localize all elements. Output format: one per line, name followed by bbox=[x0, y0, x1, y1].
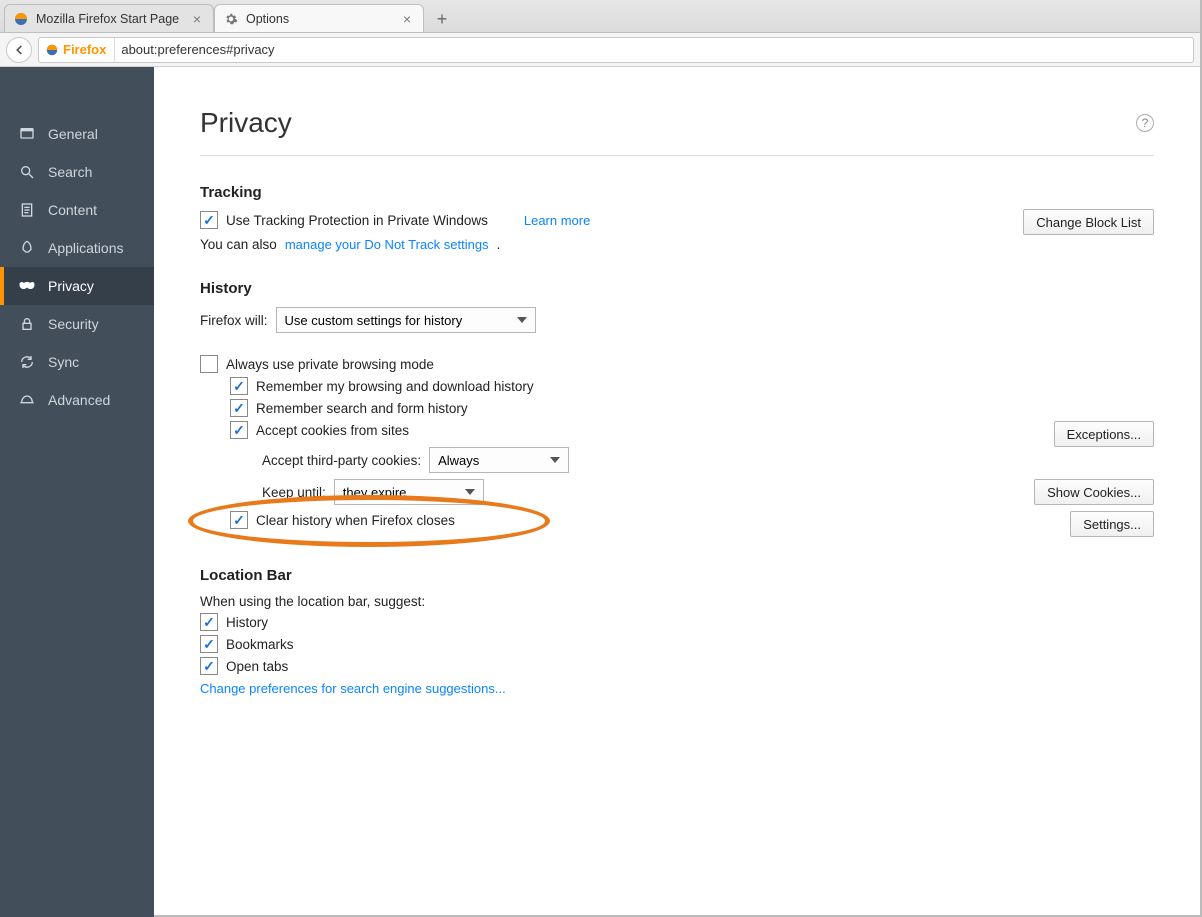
show-cookies-button[interactable]: Show Cookies... bbox=[1034, 479, 1154, 505]
dnt-link[interactable]: manage your Do Not Track settings bbox=[285, 237, 489, 252]
sidebar-item-general[interactable]: General bbox=[0, 115, 154, 153]
sidebar-item-label: General bbox=[48, 126, 98, 142]
sidebar-item-content[interactable]: Content bbox=[0, 191, 154, 229]
toolbar: Firefox about:preferences#privacy bbox=[0, 33, 1200, 67]
sidebar-item-search[interactable]: Search bbox=[0, 153, 154, 191]
history-will-label: Firefox will: bbox=[200, 313, 268, 328]
clear-on-close-label: Clear history when Firefox closes bbox=[256, 513, 455, 528]
sidebar-item-security[interactable]: Security bbox=[0, 305, 154, 343]
tab-start-page[interactable]: Mozilla Firefox Start Page × bbox=[4, 4, 214, 32]
remember-browsing-row: Remember my browsing and download histor… bbox=[230, 377, 1154, 395]
remember-search-checkbox[interactable] bbox=[230, 399, 248, 417]
search-prefs-link[interactable]: Change preferences for search engine sug… bbox=[200, 681, 506, 696]
dnt-prefix: You can also bbox=[200, 237, 277, 252]
suggest-bookmarks-label: Bookmarks bbox=[226, 637, 294, 652]
tab-label: Options bbox=[246, 12, 289, 26]
tracking-protection-label: Use Tracking Protection in Private Windo… bbox=[226, 213, 488, 228]
remember-search-row: Remember search and form history bbox=[230, 399, 1154, 417]
change-block-list-button[interactable]: Change Block List bbox=[1023, 209, 1154, 235]
keep-until-row: Keep until: they expire bbox=[262, 479, 1154, 505]
lock-icon bbox=[18, 315, 36, 333]
always-private-label: Always use private browsing mode bbox=[226, 357, 434, 372]
keep-until-label: Keep until: bbox=[262, 485, 326, 500]
accept-cookies-checkbox[interactable] bbox=[230, 421, 248, 439]
accept-cookies-label: Accept cookies from sites bbox=[256, 423, 409, 438]
sidebar-item-label: Sync bbox=[48, 354, 79, 370]
search-icon bbox=[18, 163, 36, 181]
tracking-protection-row: Use Tracking Protection in Private Windo… bbox=[200, 211, 1154, 229]
page-title: Privacy bbox=[200, 107, 292, 139]
sidebar-item-advanced[interactable]: Advanced bbox=[0, 381, 154, 419]
dnt-row: You can also manage your Do Not Track se… bbox=[200, 237, 1154, 252]
sidebar-item-label: Content bbox=[48, 202, 97, 218]
close-icon[interactable]: × bbox=[189, 11, 205, 27]
suggest-bookmarks-checkbox[interactable] bbox=[200, 635, 218, 653]
new-tab-button[interactable]: + bbox=[428, 6, 456, 32]
sidebar-item-label: Applications bbox=[48, 240, 124, 256]
firefox-icon bbox=[13, 11, 29, 27]
sync-icon bbox=[18, 353, 36, 371]
history-mode-select[interactable]: Use custom settings for history bbox=[276, 307, 536, 333]
tab-bar: Mozilla Firefox Start Page × Options × + bbox=[0, 0, 1200, 33]
suggest-open-tabs-checkbox[interactable] bbox=[200, 657, 218, 675]
sidebar-item-label: Security bbox=[48, 316, 99, 332]
mask-icon bbox=[18, 277, 36, 295]
sidebar-item-label: Advanced bbox=[48, 392, 110, 408]
location-bar-heading: Location Bar bbox=[200, 567, 1154, 584]
third-party-label: Accept third-party cookies: bbox=[262, 453, 421, 468]
help-icon[interactable]: ? bbox=[1136, 114, 1154, 132]
suggest-open-tabs-row: Open tabs bbox=[200, 657, 1154, 675]
close-icon[interactable]: × bbox=[399, 11, 415, 27]
identity-box[interactable]: Firefox bbox=[45, 38, 115, 62]
firefox-icon bbox=[45, 43, 59, 57]
suggest-history-row: History bbox=[200, 613, 1154, 631]
accept-cookies-row: Accept cookies from sites bbox=[230, 421, 1154, 439]
identity-label: Firefox bbox=[63, 42, 106, 57]
url-text: about:preferences#privacy bbox=[121, 42, 274, 57]
document-icon bbox=[18, 201, 36, 219]
suggest-history-label: History bbox=[226, 615, 268, 630]
url-bar[interactable]: Firefox about:preferences#privacy bbox=[38, 37, 1194, 63]
remember-browsing-label: Remember my browsing and download histor… bbox=[256, 379, 534, 394]
general-icon bbox=[18, 125, 36, 143]
sidebar-item-privacy[interactable]: Privacy bbox=[0, 267, 154, 305]
history-heading: History bbox=[200, 280, 1154, 297]
tab-options[interactable]: Options × bbox=[214, 4, 424, 32]
clear-on-close-row: Clear history when Firefox closes bbox=[230, 511, 1154, 529]
sidebar-item-sync[interactable]: Sync bbox=[0, 343, 154, 381]
third-party-row: Accept third-party cookies: Always bbox=[262, 447, 1154, 473]
always-private-checkbox[interactable] bbox=[200, 355, 218, 373]
suggest-history-checkbox[interactable] bbox=[200, 613, 218, 631]
search-prefs-row: Change preferences for search engine sug… bbox=[200, 681, 1154, 696]
clear-on-close-checkbox[interactable] bbox=[230, 511, 248, 529]
hat-icon bbox=[18, 391, 36, 409]
suggest-open-tabs-label: Open tabs bbox=[226, 659, 288, 674]
gear-icon bbox=[223, 11, 239, 27]
remember-search-label: Remember search and form history bbox=[256, 401, 468, 416]
page-title-row: Privacy ? bbox=[200, 107, 1154, 156]
suggest-label-row: When using the location bar, suggest: bbox=[200, 594, 1154, 609]
rocket-icon bbox=[18, 239, 36, 257]
tracking-protection-checkbox[interactable] bbox=[200, 211, 218, 229]
suggest-label: When using the location bar, suggest: bbox=[200, 594, 425, 609]
always-private-row: Always use private browsing mode bbox=[200, 355, 1154, 373]
tracking-heading: Tracking bbox=[200, 184, 1154, 201]
history-will-row: Firefox will: Use custom settings for hi… bbox=[200, 307, 1154, 333]
sidebar-item-label: Search bbox=[48, 164, 92, 180]
keep-until-select[interactable]: they expire bbox=[334, 479, 484, 505]
third-party-select[interactable]: Always bbox=[429, 447, 569, 473]
back-button[interactable] bbox=[6, 37, 32, 63]
learn-more-link[interactable]: Learn more bbox=[524, 213, 590, 228]
suggest-bookmarks-row: Bookmarks bbox=[200, 635, 1154, 653]
tab-label: Mozilla Firefox Start Page bbox=[36, 12, 179, 26]
exceptions-button[interactable]: Exceptions... bbox=[1054, 421, 1154, 447]
sidebar-item-applications[interactable]: Applications bbox=[0, 229, 154, 267]
preferences-content: Privacy ? Tracking Use Tracking Protecti… bbox=[154, 67, 1200, 917]
remember-browsing-checkbox[interactable] bbox=[230, 377, 248, 395]
sidebar-item-label: Privacy bbox=[48, 278, 94, 294]
preferences-sidebar: General Search Content Applications Priv… bbox=[0, 67, 154, 917]
